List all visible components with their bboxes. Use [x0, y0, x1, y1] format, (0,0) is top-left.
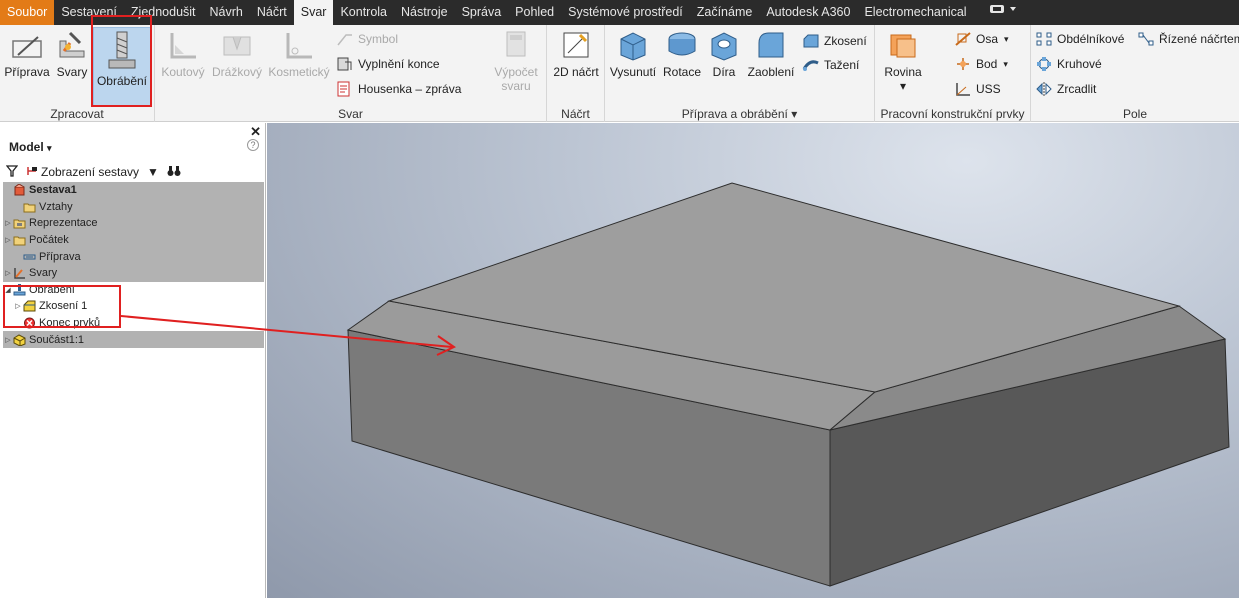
- callout-arrow: [120, 315, 457, 356]
